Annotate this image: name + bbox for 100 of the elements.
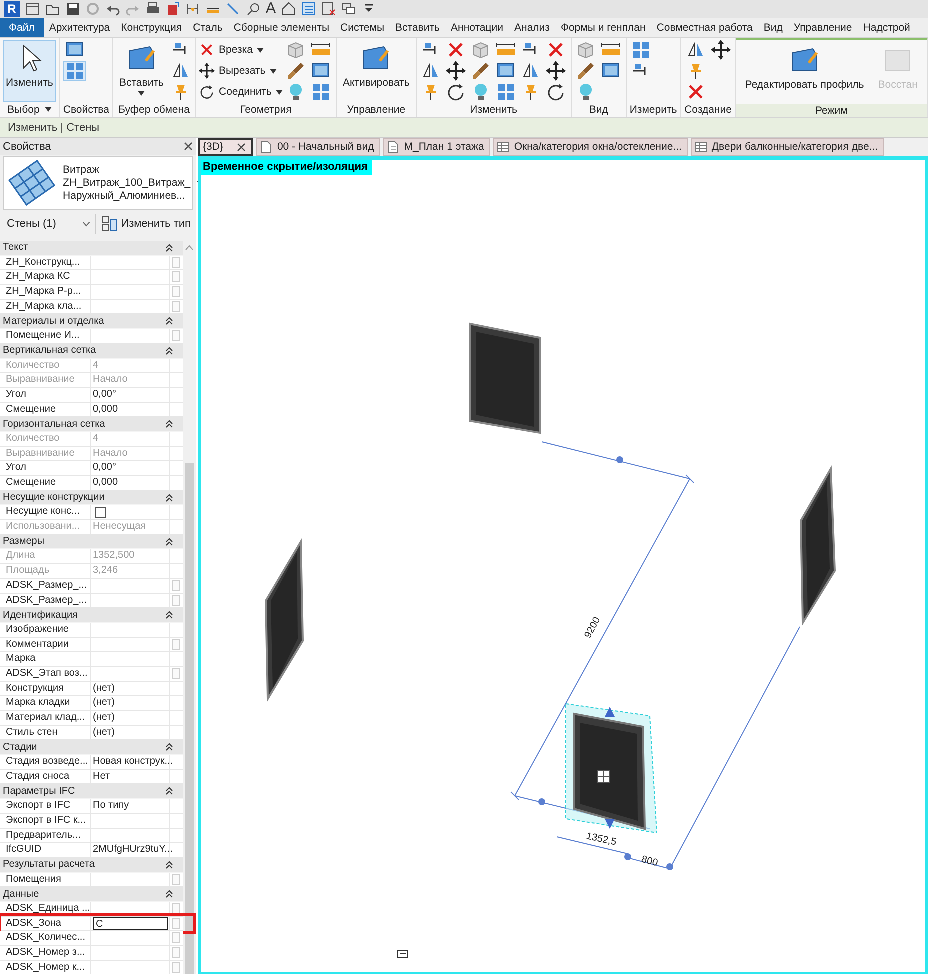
view-tab[interactable]: 00 - Начальный вид [256, 138, 380, 156]
sheet-export-icon[interactable] [166, 2, 180, 16]
property-value: 2MUfgHUrz9tuY... [93, 844, 173, 856]
property-label: Марка кладки [0, 696, 91, 710]
property-value: 0,00° [93, 388, 116, 400]
category-dropdown[interactable]: Стены (1) [2, 214, 96, 234]
property-label: Угол [0, 461, 91, 476]
property-label: Количество [0, 432, 91, 446]
tool-button[interactable]: Вставить [116, 40, 167, 102]
tool-button[interactable]: Изменить [3, 40, 56, 102]
parameter-button[interactable] [172, 902, 180, 914]
cube-icon[interactable] [286, 40, 306, 60]
ribbon-tab[interactable]: Конструкция [116, 18, 188, 37]
ribbon-tab[interactable]: Управление [788, 18, 858, 37]
move-arrows-icon[interactable] [710, 40, 731, 60]
ribbon-tab[interactable]: Системы [335, 18, 390, 37]
property-value: Новая конструк... [93, 756, 174, 768]
ribbon-tab[interactable]: Анализ [509, 18, 556, 37]
panel-label: Изменить [470, 104, 518, 116]
property-label: Стадия сноса [0, 770, 91, 784]
collapse-icon[interactable] [166, 420, 173, 428]
arrow-down-icon[interactable] [605, 819, 615, 829]
property-value: Начало [93, 374, 128, 386]
tool-button[interactable]: Редактировать профиль [739, 42, 870, 104]
view-tab[interactable]: {3D} [198, 138, 254, 156]
move-arrows-icon[interactable] [546, 61, 566, 81]
collapse-icon[interactable] [166, 494, 173, 502]
app-logo[interactable]: R [4, 1, 20, 17]
collapse-icon[interactable] [166, 244, 173, 252]
collapse-icon[interactable] [166, 860, 173, 869]
pattern-icon[interactable] [598, 770, 610, 784]
ribbon-tab[interactable]: Сталь [188, 18, 228, 37]
scrollbar-thumb[interactable] [185, 463, 194, 974]
edit-type-button[interactable]: Изменить тип [99, 215, 194, 233]
group-title: Размеры [3, 536, 45, 548]
collapse-icon[interactable] [166, 611, 173, 620]
input-field[interactable]: С [93, 916, 168, 930]
paint-brush-icon[interactable] [286, 61, 306, 81]
tool-button[interactable]: Врезка [199, 40, 283, 60]
dropdown-caret-icon [44, 107, 52, 112]
property-value: (нет) [93, 712, 115, 723]
home-icon[interactable] [282, 2, 296, 16]
close-button[interactable] [184, 142, 193, 151]
close-icon[interactable] [237, 142, 246, 152]
pin-icon[interactable] [186, 2, 200, 16]
property-label: Смещение [0, 476, 91, 490]
property-label: ADSK_Номер к... [0, 960, 91, 974]
view-tab[interactable]: Окна/категория окна/остекление... [493, 138, 688, 156]
selected-wall-panel[interactable] [566, 703, 658, 834]
collapse-icon[interactable] [166, 317, 173, 326]
property-label: ADSK_Этап воз... [0, 666, 91, 681]
ribbon-tab[interactable]: Формы и генплан [555, 18, 652, 37]
dimension-label: 9200 [582, 616, 604, 640]
collapse-icon[interactable] [166, 538, 173, 546]
collapse-icon[interactable] [166, 743, 173, 752]
cube-icon[interactable] [471, 40, 492, 60]
cube-icon[interactable] [576, 40, 596, 60]
tag-icon[interactable] [246, 2, 260, 16]
grid-icon[interactable] [311, 82, 332, 102]
view-tab[interactable]: Двери балконные/категория две... [690, 138, 884, 156]
collapse-icon[interactable] [166, 890, 173, 898]
move-arrows-icon[interactable] [446, 61, 466, 81]
collapse-icon[interactable] [166, 787, 173, 796]
ribbon-tab[interactable]: Совместная работа [651, 18, 758, 37]
switch-windows-icon[interactable] [342, 2, 356, 16]
group-title: Вертикальная сетка [3, 345, 96, 356]
arrow-up-icon[interactable] [605, 707, 615, 717]
ribbon-tab[interactable]: Сборные элементы [228, 18, 336, 37]
view-cube-icon[interactable] [398, 950, 408, 958]
property-label: Экспорт в IFC к... [0, 814, 91, 828]
text-tool-button[interactable]: A [266, 1, 276, 17]
close-views-icon[interactable] [322, 2, 336, 16]
print-icon[interactable] [146, 2, 160, 16]
ribbon-tab[interactable]: Вид [758, 18, 788, 37]
tabs-icon[interactable] [26, 2, 40, 16]
ribbon-tab[interactable]: Надстрой [858, 18, 916, 37]
ribbon-tab[interactable]: Вставить [390, 18, 446, 37]
property-label: ADSK_Количес... [0, 931, 91, 946]
3d-viewport[interactable]: 9200 1352,5 800 Временное скрытие/изоляция [198, 156, 928, 974]
panel-label: Вид [589, 104, 608, 116]
property-label: ADSK_Единица ... [0, 902, 91, 916]
tool-button[interactable]: Соединить [199, 82, 283, 102]
ribbon-tab[interactable]: Файл [0, 18, 44, 37]
view-tab[interactable]: М_План 1 этажа [383, 138, 490, 156]
ribbon-tab[interactable]: Аннотации [446, 18, 510, 37]
ribbon-tab[interactable]: Архитектура [44, 18, 116, 37]
save-icon[interactable] [66, 2, 80, 16]
property-label: Количество [0, 358, 91, 372]
tool-button[interactable]: Активировать [340, 40, 413, 102]
rotate-icon[interactable] [446, 82, 466, 102]
thin-lines-icon[interactable] [302, 2, 316, 16]
grid-icon[interactable] [496, 82, 516, 102]
tool-button[interactable]: Вырезать [199, 61, 283, 81]
checkbox[interactable] [95, 507, 106, 518]
collapse-icon[interactable] [166, 346, 173, 355]
rotate-icon[interactable] [546, 82, 566, 102]
paint-brush-icon[interactable] [576, 61, 596, 81]
property-label: Несущие конс... [0, 505, 91, 520]
paint-brush-icon[interactable] [471, 61, 492, 81]
measure-icon[interactable] [226, 2, 240, 16]
